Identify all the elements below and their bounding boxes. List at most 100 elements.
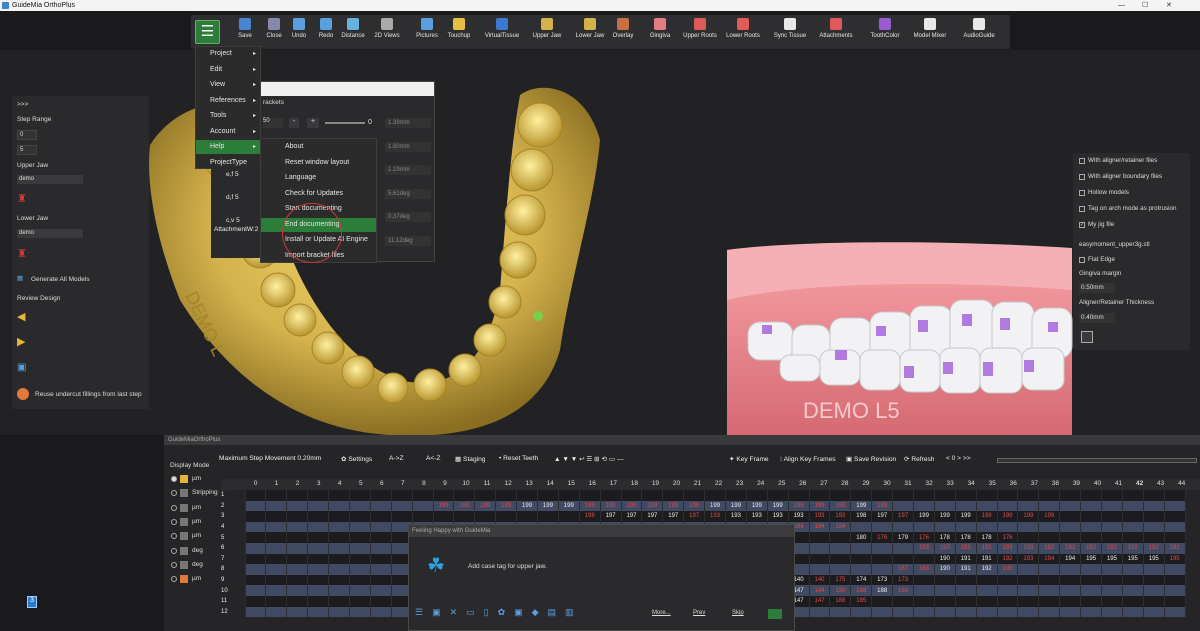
jaw-model-render[interactable]: DEMO L DEMO L5: [0, 50, 1200, 435]
grid-cell[interactable]: [997, 595, 1019, 607]
popup-prev-link[interactable]: Prev: [693, 610, 705, 616]
grid-cell[interactable]: [997, 574, 1019, 586]
column-header[interactable]: 33: [940, 480, 961, 487]
grid-cell[interactable]: [1101, 585, 1123, 596]
grid-cell[interactable]: 192: [976, 564, 998, 575]
bracket-row[interactable]: e,f 5: [226, 171, 239, 178]
grid-cell[interactable]: 199: [767, 500, 789, 512]
grid-cell[interactable]: [307, 553, 330, 565]
key-frame-button[interactable]: ✦ Key Frame: [729, 455, 769, 463]
generate-icon[interactable]: ▦: [17, 274, 23, 282]
grid-cell[interactable]: [662, 490, 685, 501]
grid-cell[interactable]: 199: [474, 500, 497, 512]
grid-cell[interactable]: [245, 585, 267, 596]
grid-cell[interactable]: [1164, 606, 1186, 618]
grid-cell[interactable]: [328, 595, 350, 607]
grid-cell[interactable]: [1143, 500, 1165, 512]
grid-cell[interactable]: [1080, 564, 1103, 575]
grid-cell[interactable]: [1059, 585, 1082, 596]
menu-item-project[interactable]: Project ▸: [196, 47, 260, 61]
grid-cell[interactable]: [265, 606, 288, 618]
toolbar-lower-roots-button[interactable]: Lower Roots: [723, 18, 763, 39]
toolbar-upper-roots-button[interactable]: Upper Roots: [680, 18, 720, 39]
grid-cell[interactable]: 197: [641, 511, 664, 522]
grid-cell[interactable]: [1143, 564, 1165, 575]
grid-cell[interactable]: [495, 490, 518, 501]
grid-cell[interactable]: [976, 574, 998, 586]
grid-cell[interactable]: [265, 564, 288, 575]
grid-cell[interactable]: 184: [829, 521, 852, 533]
reset-teeth-button[interactable]: • Reset Teeth: [499, 455, 538, 462]
grid-cell[interactable]: 193: [704, 511, 726, 522]
grid-cell[interactable]: [328, 606, 350, 618]
grid-cell[interactable]: [829, 564, 852, 575]
column-header[interactable]: 31: [898, 480, 919, 487]
grid-cell[interactable]: [829, 490, 852, 501]
grid-cell[interactable]: 193: [934, 542, 956, 554]
grid-cell[interactable]: [1038, 564, 1061, 575]
thickness-input[interactable]: 0.40mm: [1079, 313, 1115, 323]
grid-cell[interactable]: 188: [892, 585, 914, 596]
grid-cell[interactable]: [1080, 500, 1103, 512]
grid-cell[interactable]: 193: [997, 564, 1019, 575]
grid-cell[interactable]: 193: [1017, 542, 1040, 554]
grid-cell[interactable]: [265, 542, 288, 554]
grid-cell[interactable]: [871, 521, 894, 533]
grid-cell[interactable]: [809, 490, 831, 501]
close-window-icon[interactable]: ✕: [1166, 0, 1172, 11]
grid-cell[interactable]: [1080, 521, 1103, 533]
grid-cell[interactable]: [370, 606, 392, 618]
grid-cell[interactable]: 190: [934, 553, 956, 565]
grid-cell[interactable]: [621, 490, 643, 501]
grid-cell[interactable]: 188: [850, 585, 873, 596]
grid-cell[interactable]: [976, 595, 998, 607]
grid-cell[interactable]: [328, 490, 350, 501]
grid-cell[interactable]: 187: [892, 564, 914, 575]
grid-cell[interactable]: 195: [1101, 553, 1123, 565]
grid-cell[interactable]: [349, 606, 371, 618]
grid-cell[interactable]: [286, 564, 309, 575]
minus-button[interactable]: -: [289, 118, 299, 128]
grid-cell[interactable]: 199: [662, 500, 685, 512]
grid-cell[interactable]: [537, 490, 559, 501]
toolbar-virtualtissue-button[interactable]: VirtualTissue: [482, 18, 522, 39]
grid-cell[interactable]: [934, 521, 956, 533]
column-header[interactable]: 3: [308, 480, 329, 487]
grid-cell[interactable]: [1143, 595, 1165, 607]
grid-cell[interactable]: 191: [976, 553, 998, 565]
grid-cell[interactable]: [871, 553, 894, 565]
step-from-input[interactable]: 0: [17, 130, 37, 140]
menu-item-references[interactable]: References ▸: [196, 94, 260, 108]
grid-cell[interactable]: [1038, 500, 1061, 512]
grid-cell[interactable]: [245, 521, 267, 533]
toolbar-2d-views-button[interactable]: 2D Views: [367, 18, 407, 39]
grid-cell[interactable]: [370, 595, 392, 607]
grid-cell[interactable]: [1080, 595, 1103, 607]
option-checkbox[interactable]: [1079, 174, 1085, 180]
grid-cell[interactable]: 197: [871, 511, 894, 522]
grid-cell[interactable]: [391, 511, 413, 522]
grid-cell[interactable]: [1164, 532, 1186, 543]
column-header[interactable]: 19: [645, 480, 666, 487]
grid-cell[interactable]: [245, 574, 267, 586]
grid-cell[interactable]: [349, 521, 371, 533]
grid-cell[interactable]: 199: [558, 500, 580, 512]
table-row[interactable]: 2 199 199 199 199 199 199 199 199 199 199 199 199 199…: [221, 500, 1186, 512]
grid-cell[interactable]: [307, 542, 330, 554]
grid-cell[interactable]: 192: [1143, 542, 1165, 554]
grid-cell[interactable]: [349, 542, 371, 554]
step-slider[interactable]: [997, 458, 1197, 463]
grid-cell[interactable]: 174: [850, 574, 873, 586]
column-header[interactable]: 8: [413, 480, 434, 487]
grid-cell[interactable]: [1101, 606, 1123, 618]
grid-cell[interactable]: [850, 553, 873, 565]
grid-cell[interactable]: [892, 521, 914, 533]
grid-cell[interactable]: 195: [1164, 553, 1186, 565]
column-header[interactable]: 18: [624, 480, 645, 487]
column-header[interactable]: 22: [708, 480, 729, 487]
grid-cell[interactable]: [1059, 521, 1082, 533]
grid-cell[interactable]: 193: [976, 542, 998, 554]
grid-cell[interactable]: [871, 606, 894, 618]
grid-cell[interactable]: [1101, 490, 1123, 501]
table-row[interactable]: 1: [221, 490, 1186, 501]
